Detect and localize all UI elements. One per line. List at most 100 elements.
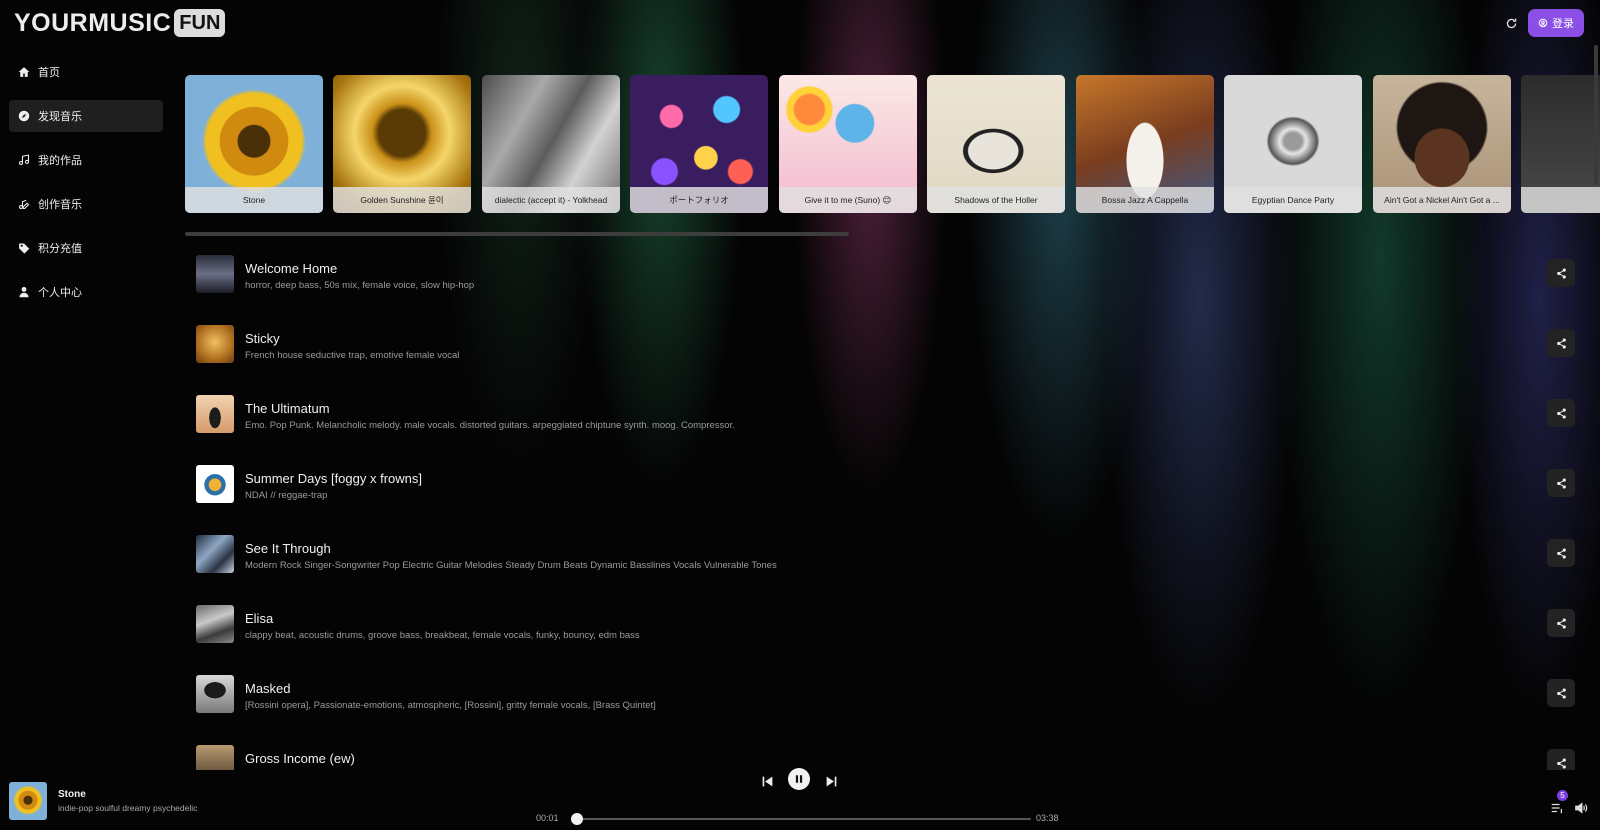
featured-carousel: Stone Golden Sunshine 윤이 dialectic (acce…	[185, 75, 1600, 213]
carousel-card[interactable]: Give it to me (Suno) 😊	[779, 75, 917, 213]
song-title[interactable]: Welcome Home	[245, 261, 337, 276]
compass-icon	[18, 110, 30, 122]
song-title[interactable]: Summer Days [foggy x frowns]	[245, 471, 422, 486]
carousel-card[interactable]: Stone	[185, 75, 323, 213]
share-button[interactable]	[1547, 749, 1575, 770]
player-subtitle: indie-pop soulful dreamy psychedelic	[58, 803, 198, 813]
carousel-card[interactable]: ポートフォリオ	[630, 75, 768, 213]
card-label: Ain't Got a Nickel Ain't Got a ...	[1373, 187, 1511, 213]
card-label: Stone	[185, 187, 323, 213]
carousel-card[interactable]: Ain't Got a Nickel Ain't Got a ...	[1373, 75, 1511, 213]
song-row[interactable]: The Ultimatum Emo. Pop Punk. Melancholic…	[185, 388, 1580, 444]
sidebar-item-label: 发现音乐	[38, 111, 82, 123]
create-music-icon	[18, 199, 30, 210]
queue-count-badge: 5	[1557, 790, 1568, 801]
progress-bar[interactable]	[571, 813, 1031, 825]
song-row[interactable]: Summer Days [foggy x frowns] NDAI // reg…	[185, 458, 1580, 514]
app-root: YOURMUSIC FUN 登录 首页 发现音乐 我的作品 创作音乐 积分充值 …	[0, 0, 1600, 830]
share-icon	[1556, 687, 1566, 699]
song-title[interactable]: Gross Income (ew)	[245, 751, 355, 766]
song-title[interactable]: Elisa	[245, 611, 273, 626]
player-title: Stone	[58, 789, 86, 800]
song-tags: French house seductive trap, emotive fem…	[245, 350, 460, 361]
logo-text: YOURMUSIC	[14, 8, 172, 37]
sidebar-item-discover[interactable]: 发现音乐	[9, 100, 163, 132]
sidebar-item-create[interactable]: 创作音乐	[9, 188, 163, 220]
pause-icon	[795, 775, 803, 783]
skip-next-icon	[826, 776, 836, 786]
share-icon	[1556, 407, 1566, 419]
song-tags: [Rossini opera], Passionate-emotions, at…	[245, 700, 656, 711]
song-cover	[196, 465, 234, 503]
share-button[interactable]	[1547, 259, 1575, 287]
sidebar-item-recharge[interactable]: 积分充值	[9, 232, 163, 264]
carousel-card[interactable]: Shadows of the Holler	[927, 75, 1065, 213]
sidebar-item-label: 我的作品	[38, 155, 82, 167]
playlist-icon[interactable]	[1550, 801, 1564, 815]
share-icon	[1556, 267, 1566, 279]
song-title[interactable]: Masked	[245, 681, 291, 696]
card-label: Shadows of the Holler	[927, 187, 1065, 213]
song-list: Welcome Home horror, deep bass, 50s mix,…	[185, 248, 1580, 770]
song-tags: Emo. Pop Punk. Melancholic melody. male …	[245, 420, 735, 431]
logo[interactable]: YOURMUSIC FUN	[14, 8, 226, 38]
player-cover[interactable]	[9, 782, 47, 820]
share-button[interactable]	[1547, 609, 1575, 637]
sidebar-item-my-works[interactable]: 我的作品	[9, 144, 163, 176]
login-button[interactable]: 登录	[1528, 9, 1584, 37]
page-scrollbar[interactable]	[1594, 45, 1598, 185]
card-label: Bossa Jazz A Cappella	[1076, 187, 1214, 213]
carousel-card[interactable]: Golden Sunshine 윤이	[333, 75, 471, 213]
share-button[interactable]	[1547, 679, 1575, 707]
song-row[interactable]: Gross Income (ew)	[185, 738, 1580, 770]
song-tags: NDAI // reggae-trap	[245, 490, 328, 501]
song-title[interactable]: See It Through	[245, 541, 331, 556]
song-row[interactable]: Sticky French house seductive trap, emot…	[185, 318, 1580, 374]
share-icon	[1556, 477, 1566, 489]
song-tags: horror, deep bass, 50s mix, female voice…	[245, 280, 475, 291]
progress-handle[interactable]	[571, 813, 584, 825]
song-title[interactable]: Sticky	[245, 331, 280, 346]
share-icon	[1556, 547, 1566, 559]
card-label: Give it to me (Suno) 😊	[779, 187, 917, 213]
carousel-card[interactable]: Bossa Jazz A Cappella	[1076, 75, 1214, 213]
card-label: ポートフォリオ	[630, 187, 768, 213]
skip-previous-icon	[762, 776, 772, 786]
share-button[interactable]	[1547, 329, 1575, 357]
song-row[interactable]: See It Through Modern Rock Singer-Songwr…	[185, 528, 1580, 584]
refresh-icon	[1506, 18, 1516, 28]
song-cover	[196, 325, 234, 363]
share-button[interactable]	[1547, 399, 1575, 427]
sidebar: 首页 发现音乐 我的作品 创作音乐 积分充值 个人中心	[9, 56, 163, 320]
carousel-scrollbar[interactable]	[185, 232, 849, 236]
carousel-card[interactable]: Egyptian Dance Party	[1224, 75, 1362, 213]
song-title[interactable]: The Ultimatum	[245, 401, 330, 416]
refresh-button[interactable]	[1502, 14, 1520, 32]
login-label: 登录	[1552, 18, 1574, 30]
pause-button[interactable]	[788, 768, 810, 790]
previous-button[interactable]	[757, 771, 777, 791]
card-label: Golden Sunshine 윤이	[333, 187, 471, 213]
song-row[interactable]: Welcome Home horror, deep bass, 50s mix,…	[185, 248, 1580, 304]
card-label: dialectic (accept it) - Yolkhead	[482, 187, 620, 213]
share-icon	[1556, 757, 1566, 769]
volume-icon[interactable]	[1574, 801, 1588, 815]
song-row[interactable]: Elisa clappy beat, acoustic drums, groov…	[185, 598, 1580, 654]
user-icon	[19, 286, 29, 298]
share-icon	[1556, 617, 1566, 629]
share-button[interactable]	[1547, 469, 1575, 497]
song-row[interactable]: Masked [Rossini opera], Passionate-emoti…	[185, 668, 1580, 724]
next-button[interactable]	[821, 771, 841, 791]
player-bar: Stone indie-pop soulful dreamy psychedel…	[0, 768, 1600, 830]
sidebar-item-label: 积分充值	[38, 243, 82, 255]
share-button[interactable]	[1547, 539, 1575, 567]
song-cover	[196, 395, 234, 433]
carousel-card[interactable]	[1521, 75, 1600, 213]
song-cover	[196, 255, 234, 293]
song-tags: clappy beat, acoustic drums, groove bass…	[245, 630, 640, 641]
sidebar-item-label: 个人中心	[38, 287, 82, 299]
share-icon	[1556, 337, 1566, 349]
sidebar-item-home[interactable]: 首页	[9, 56, 163, 88]
sidebar-item-profile[interactable]: 个人中心	[9, 276, 163, 308]
carousel-card[interactable]: dialectic (accept it) - Yolkhead	[482, 75, 620, 213]
